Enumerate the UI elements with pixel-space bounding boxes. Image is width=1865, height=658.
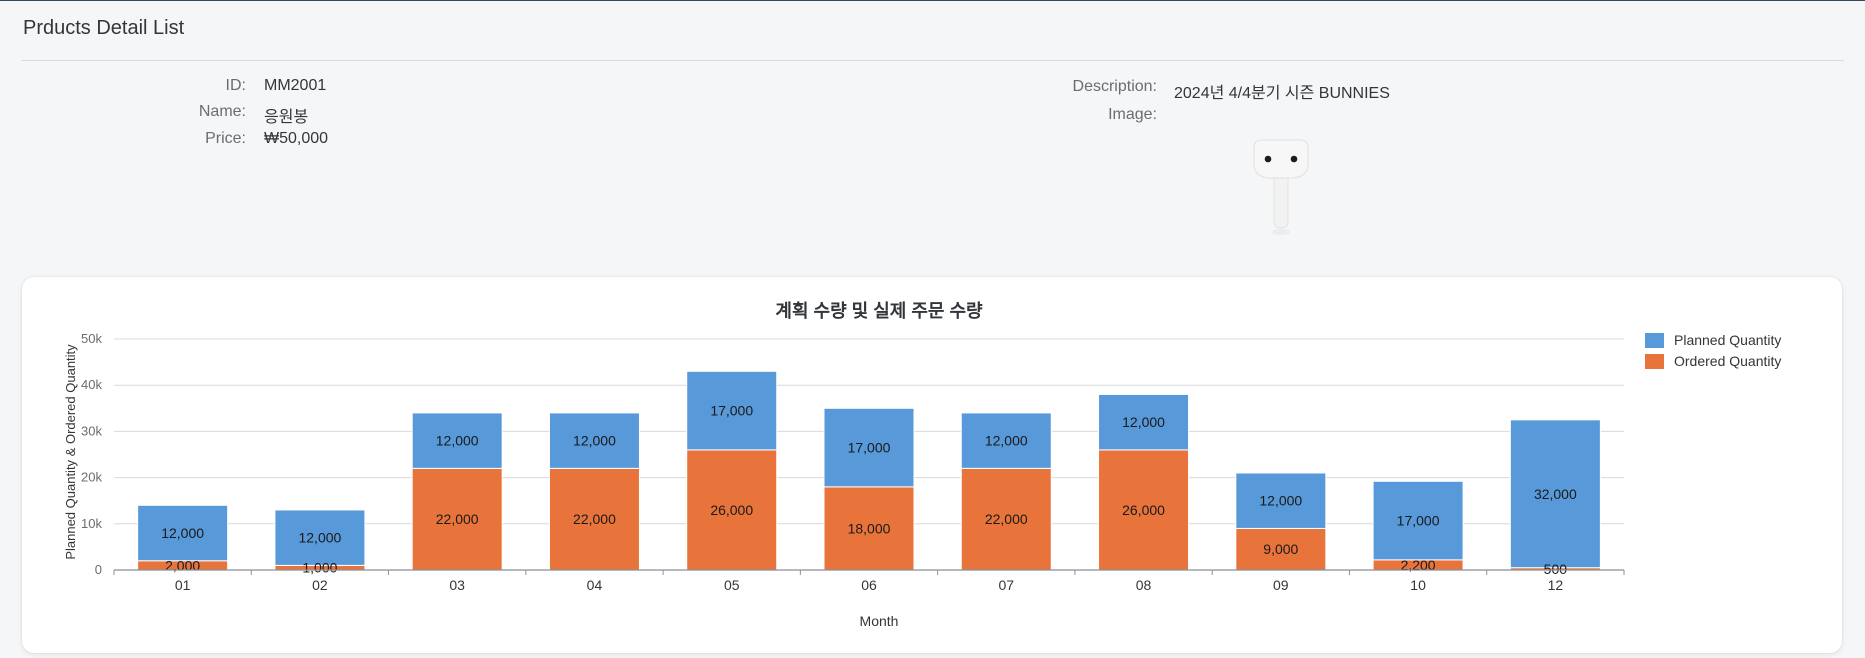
product-image (1253, 139, 1309, 235)
x-tick-label-07: 07 (998, 577, 1014, 593)
data-label-planned-10: 17,000 (1397, 513, 1440, 529)
x-tick-label-02: 02 (312, 577, 328, 593)
x-tick-label-04: 04 (587, 577, 603, 593)
data-label-planned-05: 17,000 (710, 403, 753, 419)
x-tick-label-10: 10 (1410, 577, 1426, 593)
id-label: ID: (225, 77, 246, 94)
data-label-ordered-12: 500 (1544, 561, 1568, 577)
x-tick-label-05: 05 (724, 577, 740, 593)
y-tick-label: 0 (95, 562, 102, 577)
data-label-planned-09: 12,000 (1259, 493, 1302, 509)
x-tick-label-06: 06 (861, 577, 877, 593)
legend-swatch-planned[interactable] (1645, 333, 1664, 348)
data-label-ordered-06: 18,000 (848, 520, 891, 536)
legend-label-planned[interactable]: Planned Quantity (1674, 332, 1781, 348)
bars: 2,000 12,000 1,000 12,000 22,000 12,000 22,000… (137, 370, 1601, 577)
chart-card: 계획 수량 및 실제 주문 수량 Planned Quantity & Orde… (22, 277, 1842, 653)
data-label-planned-12: 32,000 (1534, 486, 1577, 502)
page-title: Prducts Detail List (23, 17, 185, 39)
data-label-ordered-07: 22,000 (985, 511, 1028, 527)
x-tick-label-03: 03 (449, 577, 465, 593)
y-tick-label: 20k (81, 470, 102, 485)
data-label-planned-01: 12,000 (161, 525, 204, 541)
y-tick-label: 40k (81, 377, 102, 392)
legend-swatch-ordered[interactable] (1645, 354, 1664, 369)
data-label-planned-04: 12,000 (573, 433, 616, 449)
legend: Planned Quantity Ordered Quantity (1645, 332, 1781, 369)
data-label-ordered-08: 26,000 (1122, 502, 1165, 518)
y-tick-label: 10k (81, 516, 102, 531)
y-axis-label: Planned Quantity & Ordered Quantity (63, 344, 78, 560)
x-tick-label-01: 01 (175, 577, 191, 593)
price-label: Price: (205, 130, 246, 147)
name-value: 응원봉 (264, 109, 309, 126)
data-label-planned-07: 12,000 (985, 433, 1028, 449)
data-label-planned-06: 17,000 (848, 440, 891, 456)
top-border (0, 0, 1865, 1)
x-tick-label-09: 09 (1273, 577, 1289, 593)
name-label: Name: (198, 103, 246, 120)
x-tick-label-08: 08 (1136, 577, 1152, 593)
data-label-planned-03: 12,000 (436, 433, 479, 449)
description-label: Description: (1072, 78, 1157, 95)
panel-header (22, 12, 1844, 61)
y-tick-label: 50k (81, 331, 102, 346)
data-label-ordered-04: 22,000 (573, 511, 616, 527)
data-label-ordered-03: 22,000 (436, 511, 479, 527)
price-value: ₩50,000 (264, 130, 329, 147)
data-label-ordered-02: 1,000 (302, 560, 337, 576)
image-label: Image: (1108, 106, 1157, 123)
data-label-ordered-01: 2,000 (165, 557, 200, 573)
y-tick-label: 30k (81, 423, 102, 438)
description-value: 2024년 4/4분기 시즌 BUNNIES (1174, 85, 1390, 102)
data-label-planned-02: 12,000 (298, 530, 341, 546)
legend-label-ordered[interactable]: Ordered Quantity (1674, 353, 1781, 369)
stacked-bar-chart: 계획 수량 및 실제 주문 수량 Planned Quantity & Orde… (63, 301, 1781, 629)
x-tick-label-12: 12 (1548, 577, 1564, 593)
data-label-ordered-09: 9,000 (1263, 541, 1298, 557)
chart-title: 계획 수량 및 실제 주문 수량 (775, 301, 983, 321)
data-label-planned-08: 12,000 (1122, 414, 1165, 430)
data-label-ordered-05: 26,000 (710, 502, 753, 518)
x-axis-label: Month (860, 613, 899, 629)
id-value: MM2001 (264, 77, 327, 94)
